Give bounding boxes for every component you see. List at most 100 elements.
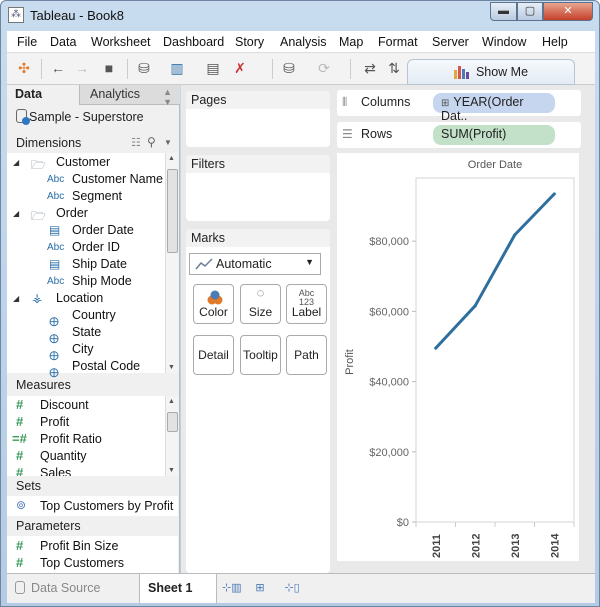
collapse-icon[interactable]: ◢	[13, 294, 19, 303]
measure-item[interactable]: Profit	[40, 415, 69, 429]
rows-pill-label: SUM(Profit)	[441, 127, 507, 141]
dimension-item[interactable]: Customer	[56, 155, 110, 169]
sheet-tab[interactable]: Sheet 1	[139, 574, 217, 603]
collapse-icon[interactable]: ◢	[13, 209, 19, 218]
tab-data[interactable]: Data	[7, 85, 79, 105]
new-data-source-icon[interactable]: ⛁	[135, 59, 153, 77]
number-icon: #	[16, 448, 24, 463]
size-button[interactable]: ◌ Size	[240, 284, 281, 324]
measure-item[interactable]: Quantity	[40, 449, 87, 463]
show-me-button[interactable]: Show Me	[407, 59, 575, 85]
rows-pill[interactable]: SUM(Profit)	[433, 125, 555, 145]
scrollbar-thumb[interactable]	[167, 412, 178, 432]
tooltip-button[interactable]: Tooltip	[240, 335, 281, 375]
scrollbar-thumb[interactable]	[167, 169, 178, 253]
dimension-item[interactable]: Ship Mode	[72, 274, 132, 288]
rows-shelf[interactable]: ☰ Rows SUM(Profit)	[337, 122, 581, 148]
pages-card[interactable]: Pages	[186, 91, 330, 147]
pane-toggle-icon[interactable]: ▲ ▼	[163, 87, 172, 107]
new-worksheet-icon[interactable]: ⊹▥	[222, 581, 242, 595]
path-button[interactable]: Path	[286, 335, 327, 375]
menu-worksheet[interactable]: Worksheet	[91, 35, 151, 49]
set-item[interactable]: Top Customers by Profit	[40, 499, 173, 513]
scroll-up-icon[interactable]: ▲	[168, 398, 175, 405]
sort-ascending-icon[interactable]: ⇅	[385, 59, 403, 77]
parameter-item[interactable]: Profit Bin Size	[40, 539, 119, 553]
dimension-item[interactable]: State	[72, 325, 101, 339]
forward-arrow-icon[interactable]: →	[73, 59, 91, 77]
set-icon: ⊚	[16, 498, 27, 512]
clear-sheet-icon[interactable]: ✗	[231, 59, 249, 77]
collapse-icon[interactable]: ◢	[13, 158, 19, 167]
view-toggle-icon[interactable]: ☷	[131, 136, 141, 149]
swap-icon[interactable]: ⇄	[361, 59, 379, 77]
menu-help[interactable]: Help	[542, 35, 568, 49]
measures-scrollbar[interactable]: ▲ ▼	[165, 396, 178, 476]
dimension-item[interactable]: City	[72, 342, 94, 356]
columns-icon: ⦀	[342, 95, 348, 109]
save-icon[interactable]: ■	[100, 59, 118, 77]
dimension-item[interactable]: Ship Date	[72, 257, 127, 271]
measure-item[interactable]: Discount	[40, 398, 89, 412]
menu-format[interactable]: Format	[378, 35, 418, 49]
measure-item[interactable]: Profit Ratio	[40, 432, 102, 446]
search-icon[interactable]: ⚲	[147, 135, 156, 149]
columns-pill-label: YEAR(Order Dat..	[441, 95, 524, 123]
menu-window[interactable]: Window	[482, 35, 526, 49]
chevron-down-icon: ▼	[305, 257, 314, 267]
string-abc-icon: Abc	[47, 174, 65, 185]
chevron-down-icon[interactable]: ▼	[164, 138, 172, 147]
dimension-item[interactable]: Order Date	[72, 223, 134, 237]
y-tick-label: $80,000	[369, 236, 409, 248]
new-dashboard-icon[interactable]: ⊞	[252, 581, 268, 595]
scroll-down-icon[interactable]: ▼	[168, 467, 175, 474]
detail-button[interactable]: Detail	[193, 335, 234, 375]
color-label: Color	[199, 305, 228, 319]
plot-frame	[415, 177, 575, 523]
duplicate-sheet-icon[interactable]: ▤	[204, 59, 222, 77]
dimension-item[interactable]: Location	[56, 291, 103, 305]
expand-icon[interactable]: ⊞	[441, 98, 449, 109]
pages-card-title: Pages	[186, 91, 330, 109]
minimize-button[interactable]: ▬	[490, 2, 517, 21]
menu-server[interactable]: Server	[432, 35, 469, 49]
menu-dashboard[interactable]: Dashboard	[163, 35, 224, 49]
data-source-item[interactable]: Sample - Superstore	[16, 109, 144, 125]
dimension-item[interactable]: Customer Name	[72, 172, 163, 186]
dimensions-scrollbar[interactable]: ▲ ▼	[165, 153, 178, 373]
tableau-logo-icon[interactable]: ✣	[15, 59, 33, 77]
color-button[interactable]: Color	[193, 284, 234, 324]
menu-data[interactable]: Data	[50, 35, 76, 49]
maximize-button[interactable]: ▢	[517, 2, 543, 21]
maximize-icon: ▢	[524, 5, 536, 17]
dimension-item[interactable]: Postal Code	[72, 359, 140, 373]
mark-type-dropdown[interactable]: Automatic ▼	[189, 253, 321, 275]
dimension-item[interactable]: Order	[56, 206, 88, 220]
parameter-item[interactable]: Top Customers	[40, 556, 124, 570]
scroll-down-icon[interactable]: ▼	[168, 364, 175, 371]
columns-shelf[interactable]: ⦀ Columns ⊞ YEAR(Order Dat..	[337, 90, 581, 123]
filters-card[interactable]: Filters	[186, 155, 330, 221]
back-arrow-icon[interactable]: ←	[49, 59, 67, 77]
columns-pill[interactable]: ⊞ YEAR(Order Dat..	[433, 93, 555, 123]
refresh-icon[interactable]: ⟳	[315, 59, 333, 77]
close-button[interactable]: ✕	[543, 2, 593, 21]
label-button[interactable]: Abc 123 Label	[286, 284, 327, 324]
data-source-tab[interactable]: Data Source	[7, 574, 138, 603]
menu-story[interactable]: Story	[235, 35, 264, 49]
menu-analysis[interactable]: Analysis	[280, 35, 327, 49]
dimension-item[interactable]: Country	[72, 308, 116, 322]
new-worksheet-icon[interactable]: ▥	[168, 59, 186, 77]
dimension-item[interactable]: Segment	[72, 189, 122, 203]
dimension-item[interactable]: Order ID	[72, 240, 120, 254]
calendar-icon: ▤	[49, 223, 61, 237]
pause-updates-icon[interactable]: ⛁	[280, 59, 298, 77]
menu-map[interactable]: Map	[339, 35, 363, 49]
scroll-up-icon[interactable]: ▲	[168, 155, 175, 162]
mark-type-value: Automatic	[216, 257, 272, 271]
calendar-icon: ▤	[49, 257, 61, 271]
menu-file[interactable]: File	[17, 35, 37, 49]
tab-analytics[interactable]: Analytics ▲ ▼	[79, 85, 180, 107]
new-story-icon[interactable]: ⊹▯	[284, 581, 300, 595]
measure-item[interactable]: Sales	[40, 466, 71, 476]
